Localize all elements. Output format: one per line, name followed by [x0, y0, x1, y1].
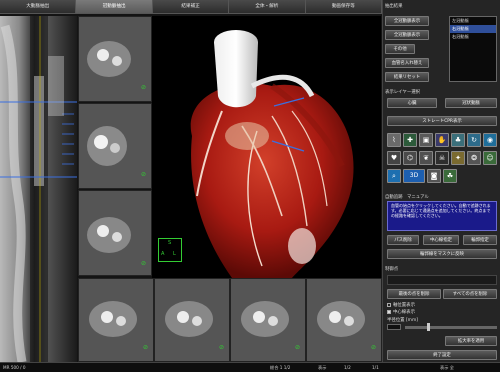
tab-bar: 大動脈抽出 冠動脈抽出 結果補正 全体・解析 動画保存等	[0, 0, 383, 14]
radius-value-field[interactable]	[387, 324, 401, 330]
svg-text:⊘: ⊘	[295, 344, 300, 351]
app-window: { "tabs":[ {"label":"大動脈抽出"}, {"label":"…	[0, 0, 500, 372]
control-panel: 抽出結果 全冠動脈表示 全冠動脈表示 その他 血管名入れ替え 結果リセット 左冠…	[382, 0, 500, 362]
cube-icon[interactable]: ▣	[419, 133, 433, 147]
contour-to-mask-button[interactable]: 輪郭線をマスクに反映	[387, 249, 497, 259]
centerline-checkbox[interactable]	[387, 310, 391, 314]
cube-label-top: S	[168, 240, 172, 246]
svg-text:⊘: ⊘	[141, 260, 146, 267]
bottom-slice-1[interactable]: ⊘	[78, 278, 154, 362]
swap-vessel-name-button[interactable]: 血管名入れ替え	[385, 58, 429, 68]
network-icon[interactable]: ⌬	[403, 151, 417, 165]
delete-all-points-button[interactable]: すべての点を削除	[443, 289, 497, 299]
straight-cpr-button[interactable]: ストレートCPR表示	[387, 116, 497, 126]
delete-last-point-button[interactable]: 最後の点を削除	[387, 289, 441, 299]
apply-zoom-button[interactable]: 拡大率を適用	[445, 336, 497, 346]
bottom-slice-2[interactable]: ⊘	[154, 278, 230, 362]
3d-icon[interactable]: 3D	[403, 169, 425, 183]
control-point-area	[387, 275, 497, 285]
show-all-right-button[interactable]: 全冠動脈表示	[385, 30, 429, 40]
status-bar: MR 500 / 0 総合 1 1/2 表示 1/2 1/1 表示 全	[0, 362, 500, 372]
layer-heart-button[interactable]: 心臓	[387, 98, 437, 108]
status-item: 表示	[318, 365, 327, 370]
delete-path-button[interactable]: パス削除	[387, 235, 419, 245]
crosshair-icon[interactable]: ✚	[403, 133, 417, 147]
cross-section-1[interactable]: ⊘	[78, 16, 152, 102]
svg-text:⊘: ⊘	[371, 344, 376, 351]
radius-label: 半径位置 [mm]	[387, 318, 418, 323]
cube-label-left: A	[161, 251, 165, 257]
cpr-strip-image	[0, 16, 77, 362]
axis-position-checkbox[interactable]	[387, 303, 391, 307]
bottom-slice-4[interactable]: ⊘	[306, 278, 382, 362]
pan-icon[interactable]: ✋	[435, 133, 449, 147]
3d-heart-view[interactable]: S A L	[152, 16, 381, 278]
tab-analysis[interactable]: 全体・解析	[229, 0, 306, 13]
cross-section-2[interactable]: ⊘	[78, 103, 152, 189]
tab-coronary[interactable]: 冠動脈抽出	[76, 0, 153, 13]
axis-position-label: 軸位置表示	[393, 303, 415, 308]
other-button[interactable]: その他	[385, 44, 415, 54]
reset-result-button[interactable]: 結果リセット	[385, 72, 429, 82]
search-icon[interactable]: ⌕	[387, 169, 401, 183]
status-left-text: MR 500 / 0	[3, 365, 26, 370]
layer-coronary-button[interactable]: 冠状動脈	[445, 98, 497, 108]
tab-aorta[interactable]: 大動脈抽出	[0, 0, 77, 13]
svg-text:⊘: ⊘	[219, 344, 224, 351]
section-manual: マニュアル	[407, 195, 429, 200]
orientation-cube: S A L	[158, 238, 182, 262]
svg-text:⊘: ⊘	[141, 84, 146, 91]
tab-save[interactable]: 動画保存等	[305, 0, 383, 13]
vessel-icon[interactable]: ⌇	[387, 133, 401, 147]
status-item: 表示 全	[440, 365, 454, 370]
instruction-text: 血管の始点をクリックしてください。自動で追跡されます。必要に応じて通過点を追加し…	[391, 203, 491, 219]
camera-icon[interactable]: ◙	[427, 169, 441, 183]
finish-settings-button[interactable]: 終了設定	[387, 350, 497, 360]
cube-label-right: L	[173, 251, 176, 257]
section-auto-track: 自動追跡	[385, 195, 403, 200]
centerline-label: 中心線表示	[393, 310, 415, 315]
heart-render	[190, 30, 354, 278]
mesh-icon[interactable]: ✦	[451, 151, 465, 165]
rotate-icon[interactable]: ↻	[467, 133, 481, 147]
centerline-button[interactable]: 中心線指定	[423, 235, 459, 245]
display-icon[interactable]: ◉	[483, 133, 497, 147]
list-item[interactable]: 右冠動脈	[450, 33, 496, 41]
show-all-left-button[interactable]: 全冠動脈表示	[385, 16, 429, 26]
list-item[interactable]: 右冠動脈	[450, 25, 496, 33]
skeleton-icon[interactable]: ☠	[435, 151, 449, 165]
contour-button[interactable]: 輪郭指定	[463, 235, 497, 245]
vessel-list[interactable]: 左冠動脈 右冠動脈 右冠動脈	[449, 16, 497, 82]
status-item: 総合 1 1/2	[270, 365, 291, 370]
svg-text:⊘: ⊘	[143, 344, 148, 351]
list-item[interactable]: 左冠動脈	[450, 17, 496, 25]
bottom-slice-3[interactable]: ⊘	[230, 278, 306, 362]
cross-section-3[interactable]: ⊘	[78, 190, 152, 276]
svg-text:⊘: ⊘	[141, 171, 146, 178]
fat-icon[interactable]: ❂	[467, 151, 481, 165]
tree-icon[interactable]: ♣	[451, 133, 465, 147]
section-result: 抽出結果	[385, 4, 403, 9]
lung-icon[interactable]: ❦	[419, 151, 433, 165]
3d-icon-label: 3D	[409, 172, 419, 179]
face-icon[interactable]: ☺	[483, 151, 497, 165]
instruction-box: 血管の始点をクリックしてください。自動で追跡されます。必要に応じて通過点を追加し…	[387, 201, 497, 231]
radius-slider-handle[interactable]	[427, 323, 430, 331]
heart-icon[interactable]: ♥	[387, 151, 401, 165]
section-display-layer: 表示レイヤー選択	[385, 90, 420, 95]
radius-slider[interactable]	[405, 326, 497, 329]
tab-correction[interactable]: 結果補正	[152, 0, 230, 13]
status-item: 1/2	[344, 365, 351, 370]
status-item: 1/1	[372, 365, 379, 370]
cpr-strip-view[interactable]	[0, 16, 77, 362]
section-control-points: 制御点	[385, 267, 399, 272]
film-icon[interactable]: ☘	[443, 169, 457, 183]
